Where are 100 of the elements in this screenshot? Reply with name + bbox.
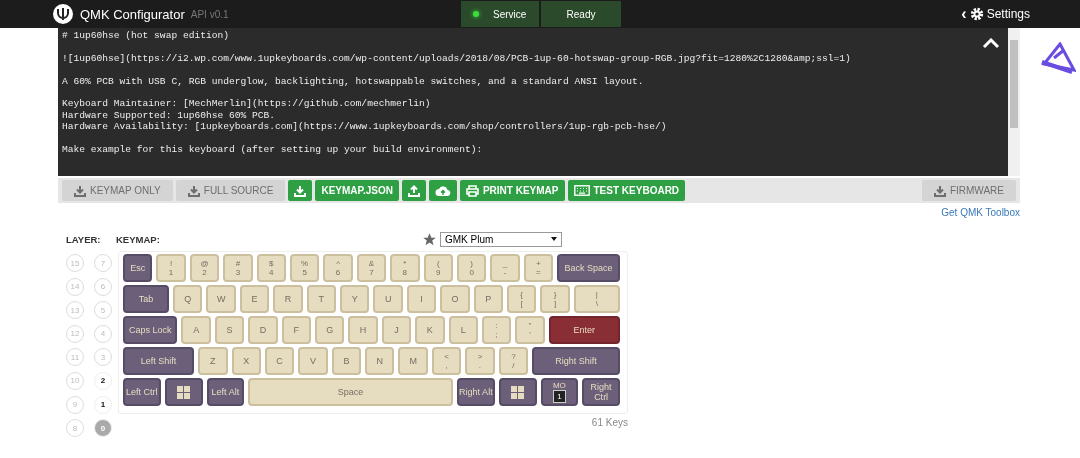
key-count: 61 Keys bbox=[591, 417, 628, 428]
console-line: Hardware Supported: 1up60hse 60% PCB. bbox=[62, 109, 277, 122]
key[interactable]: Left Ctrl bbox=[123, 378, 161, 406]
key[interactable]: MO 1 bbox=[540, 378, 579, 406]
key[interactable]: Y bbox=[340, 285, 370, 313]
download-icon bbox=[187, 184, 200, 197]
key[interactable]: * 8 bbox=[390, 254, 420, 282]
key[interactable]: H bbox=[348, 316, 378, 344]
key[interactable]: I bbox=[406, 285, 437, 313]
key[interactable]: X bbox=[231, 347, 261, 375]
console-line: # 1up60hse (hot swap edition) bbox=[62, 30, 230, 42]
key[interactable]: Q bbox=[173, 285, 203, 313]
key[interactable]: B bbox=[331, 347, 362, 375]
console-line: ![1up60hse](https://i2.wp.com/www.1upkeyboards.com/wp-content/uploads/2018/08/PCB-1up-60-hotswap-group-RGB.jpg?fit=1280%2C1280&amp;ssl=1) bbox=[62, 52, 852, 65]
key[interactable]: Right Ctrl bbox=[582, 378, 620, 406]
layer-button[interactable]: 0 bbox=[94, 419, 112, 438]
key[interactable] bbox=[498, 378, 537, 406]
key[interactable]: ) 0 bbox=[456, 254, 487, 282]
status-dot-icon bbox=[473, 11, 479, 17]
key[interactable]: " ' bbox=[515, 316, 545, 344]
key[interactable]: ^ 6 bbox=[323, 254, 353, 282]
key[interactable]: } ] bbox=[540, 285, 570, 313]
key[interactable]: C bbox=[264, 347, 295, 375]
key[interactable]: % 5 bbox=[289, 254, 320, 282]
key[interactable]: F bbox=[281, 316, 311, 344]
key[interactable]: W bbox=[206, 285, 236, 313]
key[interactable]: Enter bbox=[548, 316, 620, 344]
download-icon bbox=[294, 184, 307, 197]
cloud-button[interactable] bbox=[428, 180, 457, 201]
key[interactable]: # 3 bbox=[223, 254, 253, 282]
key[interactable]: Right Alt bbox=[457, 378, 495, 406]
key[interactable]: > . bbox=[465, 347, 495, 375]
key[interactable]: K bbox=[415, 316, 445, 344]
key[interactable]: J bbox=[381, 316, 412, 344]
settings-icon bbox=[969, 7, 984, 21]
toolbox-link[interactable]: Get QMK Toolbox bbox=[941, 207, 1020, 218]
key[interactable]: & 7 bbox=[356, 254, 387, 282]
key[interactable]: Esc bbox=[123, 254, 153, 282]
key[interactable]: Caps Lock bbox=[123, 316, 178, 344]
key[interactable]: E bbox=[239, 285, 270, 313]
settings-button[interactable]: ‹ Settings bbox=[961, 5, 1030, 23]
key[interactable]: $ 4 bbox=[256, 254, 286, 282]
layer-label: LAYER: bbox=[66, 233, 102, 245]
key[interactable]: ? / bbox=[498, 347, 529, 375]
key[interactable]: A bbox=[181, 316, 211, 344]
api-version: API v0.1 bbox=[190, 8, 229, 20]
windows-logo-icon bbox=[511, 385, 525, 399]
toolbar-button[interactable]: PRINT KEYMAP bbox=[459, 180, 565, 201]
toolbar-button[interactable]: KEYMAP.JSON bbox=[315, 180, 399, 201]
key[interactable]: < , bbox=[431, 347, 462, 375]
upload-icon bbox=[407, 184, 420, 197]
logo-icon bbox=[52, 3, 74, 25]
key[interactable]: N bbox=[365, 347, 395, 375]
keymap-label: KEYMAP: bbox=[116, 233, 161, 245]
key[interactable]: Left Shift bbox=[123, 347, 195, 375]
key[interactable]: U bbox=[373, 285, 403, 313]
key[interactable]: S bbox=[214, 316, 245, 344]
key[interactable]: ( 9 bbox=[423, 254, 453, 282]
key[interactable]: @ 2 bbox=[189, 254, 220, 282]
theme-dropdown[interactable]: GMK Plum bbox=[440, 231, 562, 247]
printer-icon bbox=[465, 184, 479, 197]
key[interactable]: G bbox=[315, 316, 345, 344]
key[interactable]: Left Alt bbox=[206, 378, 245, 406]
key[interactable]: Tab bbox=[123, 285, 170, 313]
key[interactable]: + = bbox=[523, 254, 554, 282]
key[interactable]: P bbox=[473, 285, 503, 313]
chevron-up-icon[interactable] bbox=[982, 38, 1000, 49]
toolbar-button[interactable]: TEST KEYBOARD bbox=[567, 180, 686, 201]
key[interactable]: Z bbox=[198, 347, 228, 375]
key[interactable]: ! 1 bbox=[156, 254, 186, 282]
key[interactable]: Back Space bbox=[557, 254, 620, 282]
triangle-logo-icon bbox=[1040, 42, 1076, 74]
console-line: Make example for this keyboard (after setting up your build environment): bbox=[62, 143, 484, 156]
key[interactable]: T bbox=[306, 285, 337, 313]
key[interactable]: R bbox=[273, 285, 303, 313]
key[interactable]: Right Shift bbox=[532, 347, 620, 375]
download-button[interactable] bbox=[288, 180, 313, 201]
scrollbar[interactable] bbox=[1008, 28, 1020, 176]
star-icon[interactable] bbox=[422, 231, 437, 247]
status-text: Ready bbox=[566, 8, 596, 20]
key[interactable]: V bbox=[298, 347, 328, 375]
key[interactable] bbox=[164, 378, 203, 406]
keyboard-icon bbox=[573, 185, 590, 196]
console-line: Keyboard Maintainer: [MechMerlin](https://github.com/mechmerlin) bbox=[62, 98, 432, 110]
key[interactable]: O bbox=[440, 285, 470, 313]
key[interactable]: | \ bbox=[573, 285, 620, 313]
key[interactable]: Space bbox=[248, 378, 453, 406]
key[interactable]: L bbox=[448, 316, 478, 344]
download-icon bbox=[933, 184, 946, 197]
layer-number: 1 bbox=[552, 390, 566, 403]
key[interactable]: _ - bbox=[490, 254, 520, 282]
key[interactable]: : ; bbox=[481, 316, 512, 344]
cloud-upload-icon bbox=[434, 184, 451, 197]
key[interactable]: M bbox=[398, 347, 428, 375]
upload-button[interactable] bbox=[401, 180, 426, 201]
key[interactable]: { [ bbox=[507, 285, 537, 313]
caret-icon bbox=[551, 237, 557, 241]
console-line: Hardware Availability: [1upkeyboards.com](https://www.1upkeyboards.com/shop/controllers/1up-rgb-pcb-hse/) bbox=[62, 121, 668, 133]
download-icon bbox=[74, 184, 86, 197]
key[interactable]: D bbox=[248, 316, 278, 344]
